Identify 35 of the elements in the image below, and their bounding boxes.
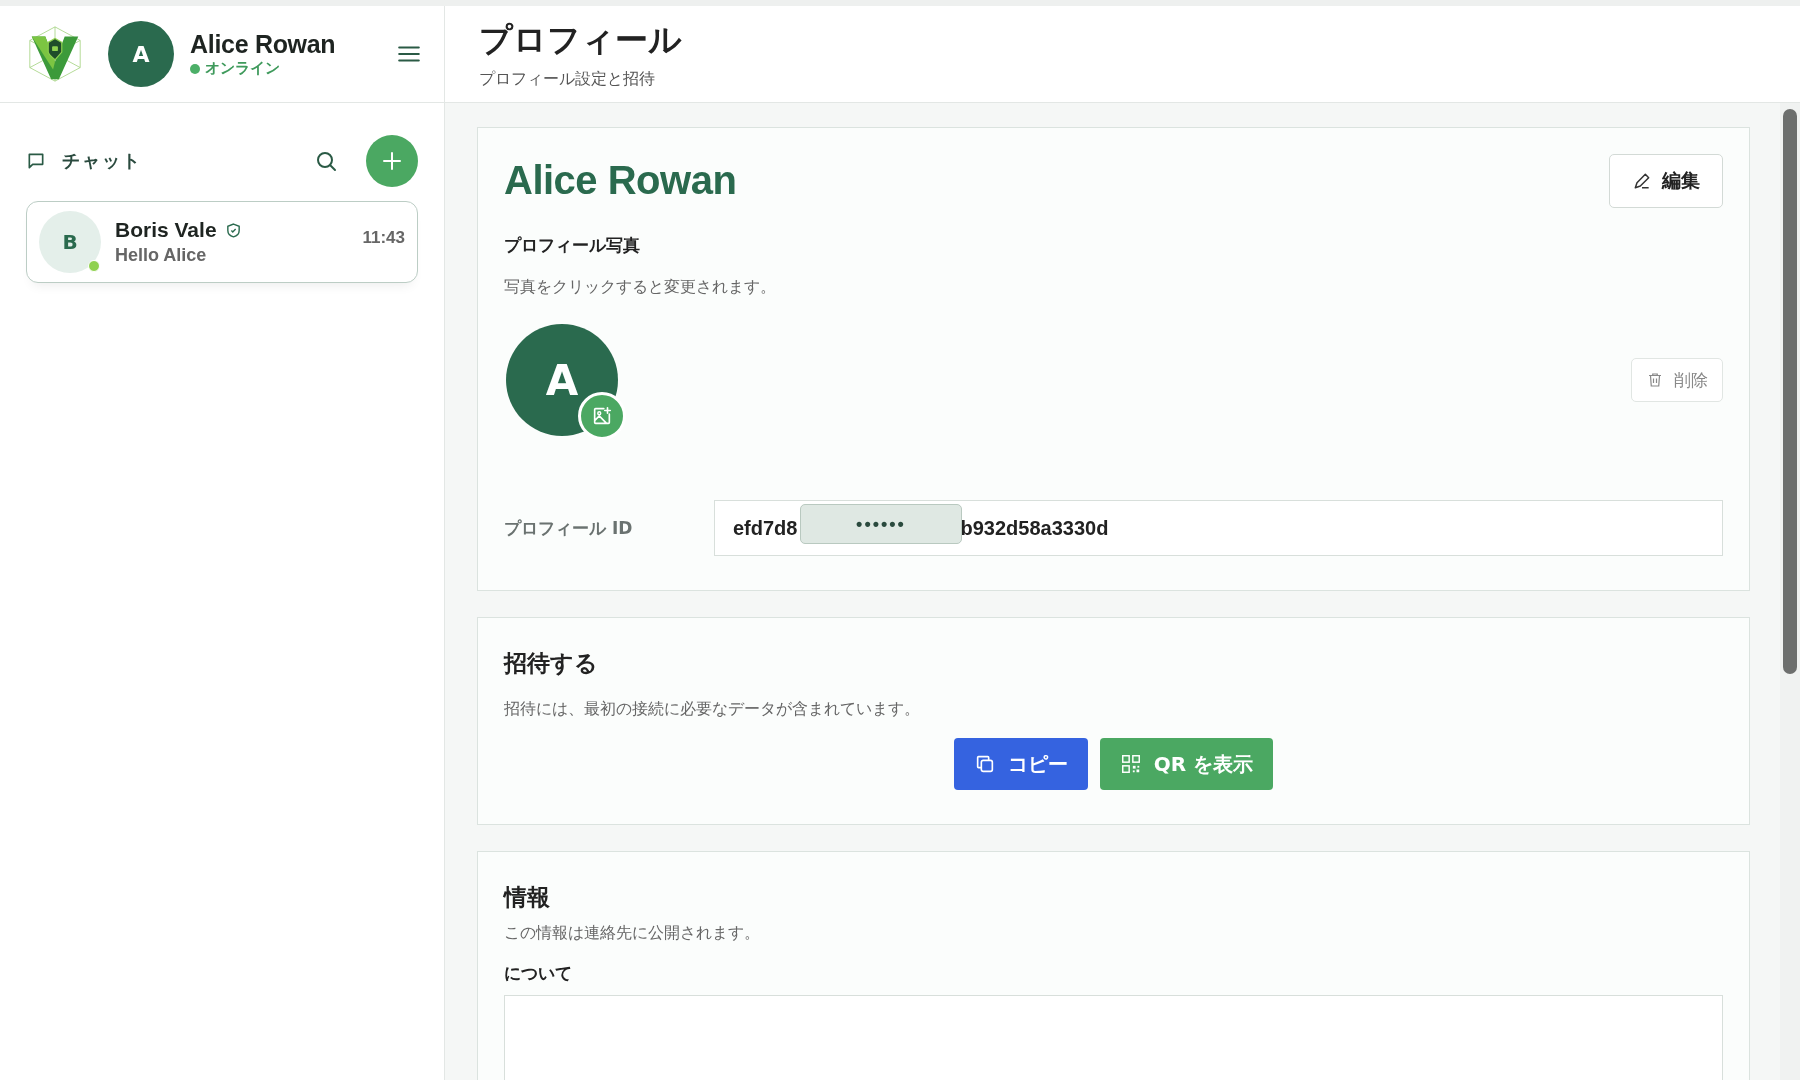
delete-button[interactable]: 削除 [1631, 358, 1723, 402]
section-title: 招待する [504, 649, 599, 678]
field-label: プロフィール ID [504, 516, 634, 540]
copy-button[interactable]: コピー [953, 738, 1088, 790]
qr-code-icon [1119, 753, 1142, 775]
profile-name: Alice Rowan [504, 158, 737, 203]
trash-icon [1646, 371, 1664, 389]
contact-name: Boris Vale [115, 218, 217, 242]
image-plus-icon [591, 405, 613, 427]
info-description: この情報は連絡先に公開されます。 [504, 923, 761, 944]
change-photo-badge[interactable] [578, 392, 626, 440]
profile-id-field[interactable]: efd7d8 b932d58a3330d •••••• [714, 500, 1723, 556]
section-label: プロフィール写真 [504, 234, 641, 257]
masked-overlay: •••••• [800, 504, 962, 544]
chat-bubble-icon [26, 151, 46, 171]
contact-avatar: B [39, 211, 101, 273]
page-title: プロフィール [479, 19, 683, 61]
pencil-icon [1632, 171, 1652, 191]
user-avatar[interactable]: A [108, 21, 174, 87]
page-subtitle: プロフィール設定と招待 [479, 69, 656, 90]
search-icon[interactable] [314, 149, 338, 173]
edit-button[interactable]: 編集 [1609, 154, 1723, 208]
scrollbar[interactable] [1780, 103, 1800, 1080]
photo-hint: 写真をクリックすると変更されます。 [504, 277, 777, 298]
new-chat-button[interactable] [366, 135, 418, 187]
section-title: 情報 [504, 883, 551, 912]
invite-description: 招待には、最初の接続に必要なデータが含まれています。 [504, 699, 921, 720]
user-name: Alice Rowan [190, 30, 337, 59]
message-preview: Hello Alice [115, 245, 208, 266]
user-status: オンライン [205, 59, 280, 78]
plus-icon [380, 149, 404, 173]
message-time: 11:43 [362, 228, 405, 248]
field-label: について [504, 962, 573, 985]
chat-list-item[interactable]: B Boris Vale Hello Alice 11:43 [26, 201, 418, 283]
section-title: チャット [62, 149, 143, 173]
